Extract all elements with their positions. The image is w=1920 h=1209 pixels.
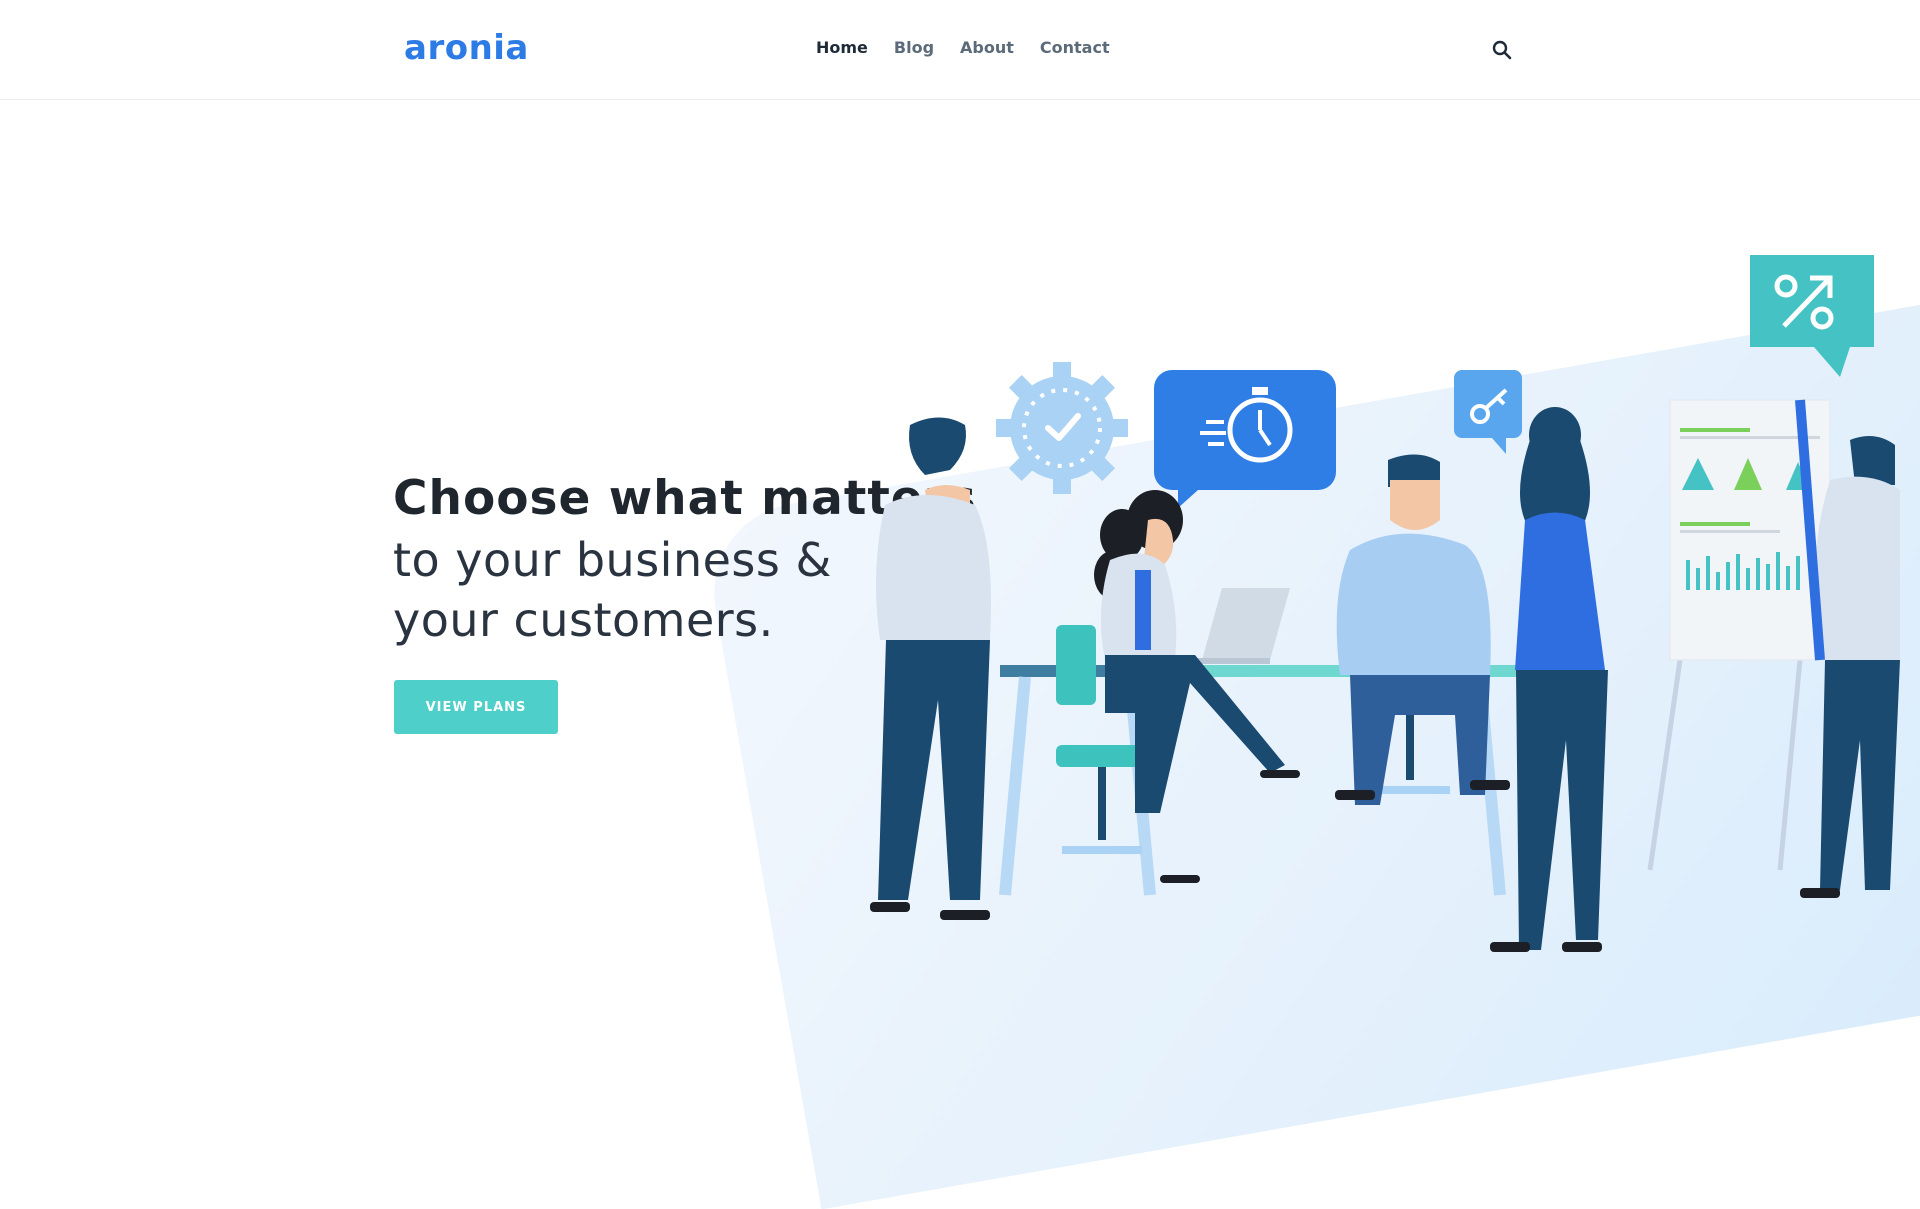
person-seated-man — [1335, 454, 1510, 805]
person-standing-man — [870, 417, 991, 920]
site-header: aronia Home Blog About Contact — [0, 0, 1920, 100]
laptop — [1180, 588, 1290, 664]
nav-link-blog[interactable]: Blog — [894, 38, 934, 57]
view-plans-button[interactable]: VIEW PLANS — [394, 680, 558, 734]
key-icon — [1454, 370, 1522, 454]
percent-icon — [1750, 255, 1874, 377]
search-icon[interactable] — [1490, 38, 1514, 62]
nav-link-contact[interactable]: Contact — [1040, 38, 1110, 57]
logo[interactable]: aronia — [404, 28, 529, 68]
gear-icon — [996, 362, 1128, 494]
nav-link-home[interactable]: Home — [816, 38, 868, 57]
stopwatch-icon — [1154, 370, 1336, 508]
person-standing-woman — [1490, 407, 1608, 952]
person-seated-woman — [1094, 490, 1300, 883]
main-nav: Home Blog About Contact — [816, 38, 1110, 57]
nav-link-about[interactable]: About — [960, 38, 1014, 57]
team-illustration — [870, 255, 1900, 952]
